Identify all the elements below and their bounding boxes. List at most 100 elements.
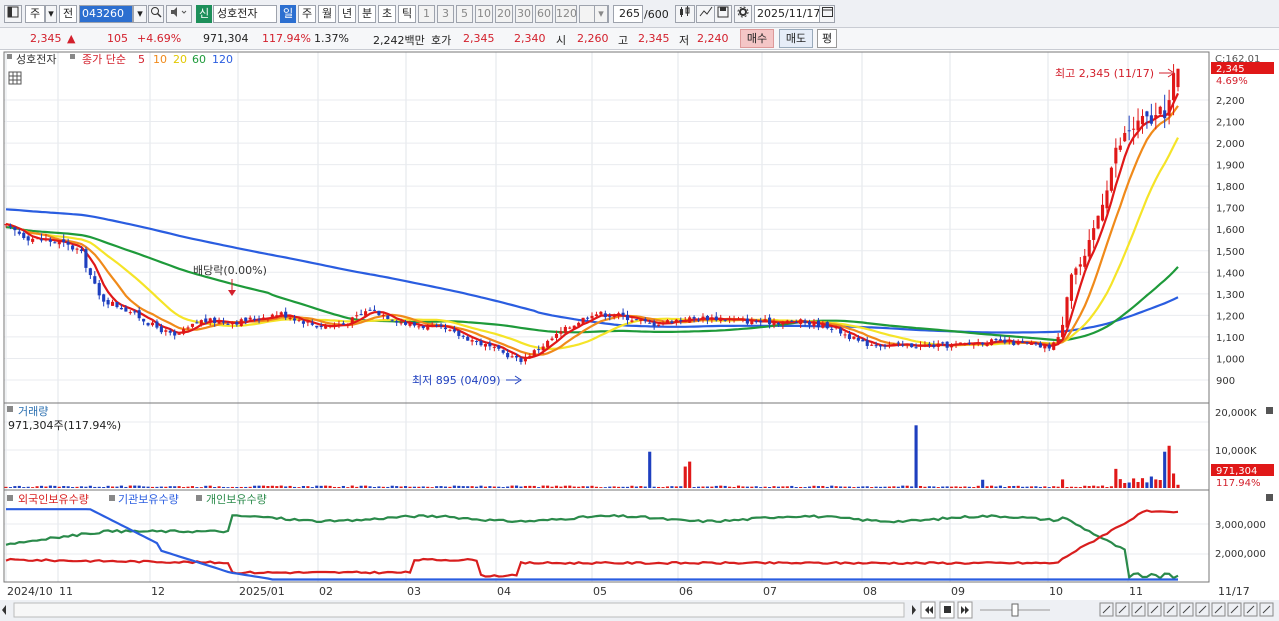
candle-body xyxy=(79,249,84,252)
chart-area[interactable]: 2,200 2,100 2,000 1,900 1,800 1,700 1,600 1,500… xyxy=(0,50,1279,621)
minute-60-option[interactable]: 60 xyxy=(535,5,553,23)
candle-settings-icon[interactable] xyxy=(675,5,695,23)
volume-bar xyxy=(1109,486,1113,488)
volume-bar xyxy=(235,487,239,488)
period-tick-tab[interactable]: 틱 xyxy=(398,5,416,23)
candle-body xyxy=(501,350,505,353)
volume-bar xyxy=(967,486,971,488)
volume-bar xyxy=(581,486,585,488)
volume-bar xyxy=(883,486,887,488)
period-minute-tab[interactable]: 분 xyxy=(358,5,376,23)
x-axis-label: 11 xyxy=(59,585,73,598)
candle-body xyxy=(590,315,594,319)
candle-body xyxy=(768,317,772,325)
volume-bar xyxy=(1043,486,1047,488)
volume-bar xyxy=(257,485,261,488)
calendar-icon[interactable] xyxy=(819,5,835,23)
open-label: 시 xyxy=(556,34,567,47)
candle-body xyxy=(443,327,448,330)
volume-bar xyxy=(572,486,576,488)
period-month-tab[interactable]: 월 xyxy=(318,5,336,23)
gear-icon[interactable] xyxy=(734,5,752,23)
candle-body xyxy=(648,322,652,324)
candle-body xyxy=(448,329,452,331)
candle-body xyxy=(870,344,874,346)
save-icon[interactable] xyxy=(714,5,732,23)
search-icon[interactable] xyxy=(148,5,164,23)
volume-bar xyxy=(297,487,301,488)
candle-body xyxy=(1092,228,1096,240)
prev-button[interactable]: 전 xyxy=(59,5,77,23)
count-input[interactable]: 265 xyxy=(613,5,643,23)
volume-bar xyxy=(155,486,159,488)
volume-bar xyxy=(661,487,665,488)
volume-bar xyxy=(284,486,288,488)
candle-body xyxy=(190,323,195,327)
buy-button[interactable]: 매수 xyxy=(740,29,774,48)
candle-body xyxy=(301,321,305,324)
minute-120-option[interactable]: 120 xyxy=(555,5,577,23)
window-menu-icon[interactable] xyxy=(4,5,22,23)
drawing-tools-icon[interactable] xyxy=(696,5,716,23)
period-day-tab[interactable]: 일 xyxy=(280,5,296,23)
period-week-tab[interactable]: 주 xyxy=(298,5,316,23)
period-second-tab[interactable]: 초 xyxy=(378,5,396,23)
sound-icon[interactable] xyxy=(166,5,192,23)
volume-panel-close-icon[interactable] xyxy=(1266,407,1273,414)
code-dropdown-icon[interactable]: ▾ xyxy=(133,5,147,23)
stock-name[interactable]: 성호전자 xyxy=(213,5,277,23)
date-input[interactable]: 2025/11/17 xyxy=(754,5,820,23)
legend-ma-label: 종가 단순 xyxy=(82,53,126,66)
volume-bar xyxy=(452,485,456,488)
flat-button[interactable]: 평 xyxy=(817,29,837,48)
candle-body xyxy=(643,319,647,322)
volume-bar xyxy=(812,485,816,488)
horizontal-scrollbar[interactable] xyxy=(13,602,905,618)
candle-body xyxy=(688,317,692,323)
candle-body xyxy=(799,319,803,324)
volume-bar xyxy=(719,485,723,488)
zoom-slider-handle[interactable] xyxy=(1011,603,1019,617)
volume-bar xyxy=(173,486,177,488)
volume-bar xyxy=(417,486,421,488)
volume-bar xyxy=(790,485,794,488)
minute-5-option[interactable]: 5 xyxy=(456,5,473,23)
volume-bar xyxy=(1140,478,1145,488)
custom-period-dropdown-icon[interactable]: ▾ xyxy=(594,5,608,23)
candle-body xyxy=(137,310,141,319)
candle-body xyxy=(528,355,532,359)
minute-20-option[interactable]: 20 xyxy=(495,5,513,23)
price-change-pct: +4.69% xyxy=(137,32,182,45)
price-tick-label: 1,500 xyxy=(1216,247,1245,258)
candle-body xyxy=(168,330,172,333)
volume-bar xyxy=(213,486,217,488)
volume-bar xyxy=(221,486,226,488)
market-dropdown-icon[interactable]: ▾ xyxy=(45,5,57,23)
candle-body xyxy=(532,350,536,357)
candle-body xyxy=(235,321,239,325)
candle-body xyxy=(355,315,359,317)
minute-30-option[interactable]: 30 xyxy=(515,5,533,23)
volume-bar xyxy=(368,486,372,488)
candle-body xyxy=(665,320,670,324)
candle-body xyxy=(297,319,301,321)
chart-canvas[interactable]: 2,200 2,100 2,000 1,900 1,800 1,700 1,600 1,500… xyxy=(0,50,1279,621)
holdings-panel-close-icon[interactable] xyxy=(1266,494,1273,501)
candle-body xyxy=(945,341,949,348)
volume-bar xyxy=(799,486,803,488)
candle-body xyxy=(958,342,963,344)
candle-body xyxy=(395,320,399,323)
stock-code-input[interactable]: 043260 xyxy=(79,5,133,23)
chart-toolbar: 주 ▾ 전 043260 ▾ 신 성호전자 일 주 월 년 분 초 틱 1 3 … xyxy=(0,0,1279,28)
table-view-icon[interactable] xyxy=(8,71,22,85)
minute-1-option[interactable]: 1 xyxy=(418,5,435,23)
candle-body xyxy=(128,312,132,314)
volume-bar xyxy=(554,485,559,488)
minute-10-option[interactable]: 10 xyxy=(475,5,493,23)
minute-3-option[interactable]: 3 xyxy=(437,5,454,23)
volume-bar xyxy=(586,486,590,488)
candle-body xyxy=(603,313,607,318)
market-select[interactable]: 주 xyxy=(25,5,45,23)
sell-button[interactable]: 매도 xyxy=(779,29,813,48)
period-year-tab[interactable]: 년 xyxy=(338,5,356,23)
